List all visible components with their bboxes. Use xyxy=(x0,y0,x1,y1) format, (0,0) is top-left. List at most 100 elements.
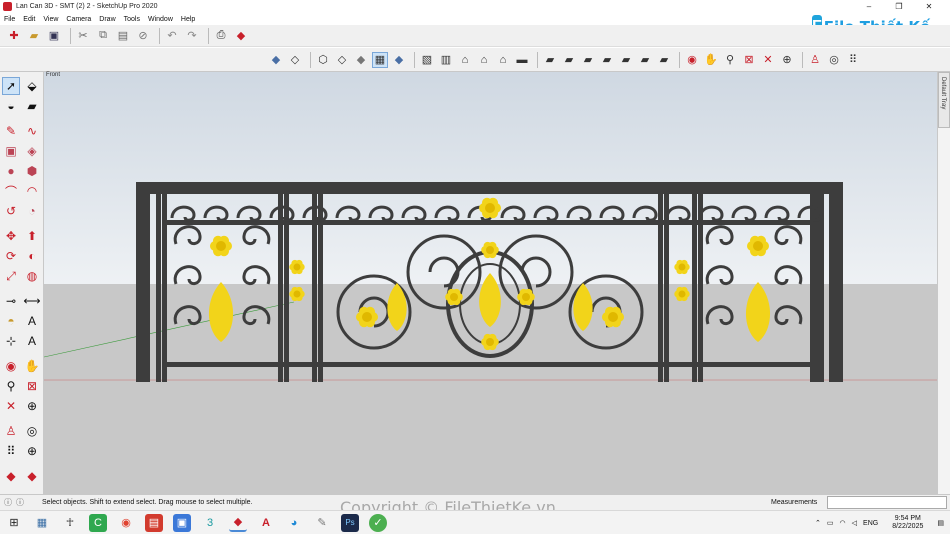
pdf-app-icon[interactable]: ▤ xyxy=(145,513,163,532)
undo-icon[interactable]: ↶ xyxy=(164,28,180,44)
rectangle-icon[interactable]: ▣ xyxy=(2,142,20,160)
new-model-icon[interactable]: ✚ xyxy=(6,28,22,44)
top-view-icon[interactable]: ▥ xyxy=(438,52,454,68)
select-arrow-icon[interactable]: ➚ xyxy=(2,77,20,95)
orbit-icon[interactable]: ◉ xyxy=(684,52,700,68)
language-indicator[interactable]: ENG xyxy=(863,520,878,527)
axes-icon[interactable]: ⊹ xyxy=(2,332,20,350)
shaded-textures-icon[interactable]: ▦ xyxy=(372,51,388,68)
greenshot-app-icon[interactable]: ✓ xyxy=(369,513,387,532)
dimension-icon[interactable]: ⟷ xyxy=(23,292,41,310)
volume-icon[interactable]: ◁ xyxy=(852,519,857,527)
menu-camera[interactable]: Camera xyxy=(66,16,91,23)
rotate-icon[interactable]: ⟳ xyxy=(2,247,20,265)
zoom-window-tool-icon[interactable]: ⊠ xyxy=(23,377,41,395)
menu-help[interactable]: Help xyxy=(181,16,195,23)
look-around-icon[interactable]: ◎ xyxy=(826,52,842,68)
3ds-app-icon[interactable]: 3 xyxy=(201,514,219,532)
line-pencil-icon[interactable]: ✎ xyxy=(2,122,20,140)
circle-icon[interactable]: ● xyxy=(2,162,20,180)
position-camera-icon[interactable]: ♙ xyxy=(807,52,823,68)
hidden-line-icon[interactable]: ◇ xyxy=(334,52,350,68)
look-around-tool-icon[interactable]: ◎ xyxy=(23,422,41,440)
clock[interactable]: 9:54 PM 8/22/2025 xyxy=(886,515,923,531)
zoom-window-icon[interactable]: ⊠ xyxy=(741,52,757,68)
shaded-icon[interactable]: ◆ xyxy=(353,52,369,68)
menu-view[interactable]: View xyxy=(43,16,58,23)
notification-icon[interactable]: ▤ xyxy=(937,519,944,527)
pie-icon[interactable]: ◔ xyxy=(23,202,41,220)
menu-file[interactable]: File xyxy=(4,16,15,23)
paste-icon[interactable]: ▤ xyxy=(115,28,131,44)
iso-view-icon[interactable]: ▧ xyxy=(419,52,435,68)
eraser-icon[interactable]: ▰ xyxy=(23,97,41,115)
cut-icon[interactable]: ✂ xyxy=(75,28,91,44)
edge-app-icon[interactable]: ◕ xyxy=(285,514,303,532)
warehouse-icon[interactable]: ◆ xyxy=(2,467,20,485)
network-icon[interactable]: ▭ xyxy=(827,519,834,527)
rotated-rectangle-icon[interactable]: ◈ xyxy=(23,142,41,160)
back-edges-icon[interactable]: ◇ xyxy=(287,52,303,68)
pan-icon[interactable]: ✋ xyxy=(703,52,719,68)
section-plane-icon[interactable]: ▰ xyxy=(542,52,558,68)
save-icon[interactable]: ▣ xyxy=(46,28,62,44)
text-icon[interactable]: A xyxy=(23,312,41,330)
section-display-icon[interactable]: ▰ xyxy=(599,52,615,68)
autocad-app-icon[interactable]: A xyxy=(257,514,275,532)
chevron-up-icon[interactable]: ⌃ xyxy=(815,519,821,527)
paint-bucket-icon[interactable]: ◒ xyxy=(2,97,20,115)
offset-icon[interactable]: ◍ xyxy=(23,267,41,285)
open-folder-icon[interactable]: ▰ xyxy=(26,28,42,44)
left-view-icon[interactable]: ▬ xyxy=(514,52,530,68)
drawing-viewport[interactable] xyxy=(44,72,937,494)
section-cut-icon[interactable]: ▰ xyxy=(561,52,577,68)
monochrome-icon[interactable]: ◆ xyxy=(391,52,407,68)
credits-icon[interactable]: ⓘ xyxy=(16,497,24,508)
push-pull-icon[interactable]: ⬆ xyxy=(23,227,41,245)
freehand-icon[interactable]: ∿ xyxy=(23,122,41,140)
zoom-extents-icon[interactable]: ✕ xyxy=(760,52,776,68)
menu-draw[interactable]: Draw xyxy=(99,16,115,23)
print-icon[interactable]: ⎙ xyxy=(213,28,229,44)
section-plane-tool-icon[interactable]: ⊕ xyxy=(23,442,41,460)
walk-icon[interactable]: ⠿ xyxy=(845,52,861,68)
tape-measure-icon[interactable]: ⊸ xyxy=(2,292,20,310)
teams-app-icon[interactable]: ▣ xyxy=(173,513,191,532)
menu-window[interactable]: Window xyxy=(148,16,173,23)
move-icon[interactable]: ✥ xyxy=(2,227,20,245)
xray-icon[interactable]: ◆ xyxy=(268,52,284,68)
menu-edit[interactable]: Edit xyxy=(23,16,35,23)
front-view-icon[interactable]: ⌂ xyxy=(457,52,473,68)
section-export-icon[interactable]: ▰ xyxy=(656,52,672,68)
copy-icon[interactable]: ⧉ xyxy=(95,28,111,44)
arc-icon[interactable]: ⌒ xyxy=(2,182,20,200)
pan-tool-icon[interactable]: ✋ xyxy=(23,357,41,375)
section-planes-icon[interactable]: ▰ xyxy=(618,52,634,68)
erase-icon[interactable]: ⊘ xyxy=(135,28,151,44)
section-fill-icon[interactable]: ▰ xyxy=(580,52,596,68)
wireframe-icon[interactable]: ⬡ xyxy=(315,52,331,68)
wifi-icon[interactable]: ◠ xyxy=(840,519,846,527)
menu-tools[interactable]: Tools xyxy=(124,16,140,23)
section-cuts-icon[interactable]: ▰ xyxy=(637,52,653,68)
windows-start-icon[interactable]: ⊞ xyxy=(5,514,23,532)
sketchup-taskbar-icon[interactable]: ◆ xyxy=(229,514,247,532)
orbit-tool-icon[interactable]: ◉ xyxy=(2,357,20,375)
previous-view-icon[interactable]: ⊕ xyxy=(779,52,795,68)
three-point-arc-icon[interactable]: ↺ xyxy=(2,202,20,220)
back-view-icon[interactable]: ⌂ xyxy=(495,52,511,68)
default-tray-tab[interactable]: Default Tray xyxy=(938,72,950,128)
chrome-app-icon[interactable]: ◉ xyxy=(117,514,135,532)
zoom-extents-tool-icon[interactable]: ✕ xyxy=(2,397,20,415)
calculator-app-icon[interactable]: ▦ xyxy=(33,514,51,532)
tool-app-icon[interactable]: ✎ xyxy=(313,514,331,532)
polygon-icon[interactable]: ⬢ xyxy=(23,162,41,180)
zoom-icon[interactable]: ⚲ xyxy=(722,52,738,68)
3d-text-icon[interactable]: A xyxy=(23,332,41,350)
model-info-icon[interactable]: ◆ xyxy=(233,28,249,44)
protractor-icon[interactable]: ◓ xyxy=(2,312,20,330)
right-view-icon[interactable]: ⌂ xyxy=(476,52,492,68)
two-point-arc-icon[interactable]: ◠ xyxy=(23,182,41,200)
position-camera-tool-icon[interactable]: ♙ xyxy=(2,422,20,440)
photoshop-app-icon[interactable]: Ps xyxy=(341,513,359,532)
